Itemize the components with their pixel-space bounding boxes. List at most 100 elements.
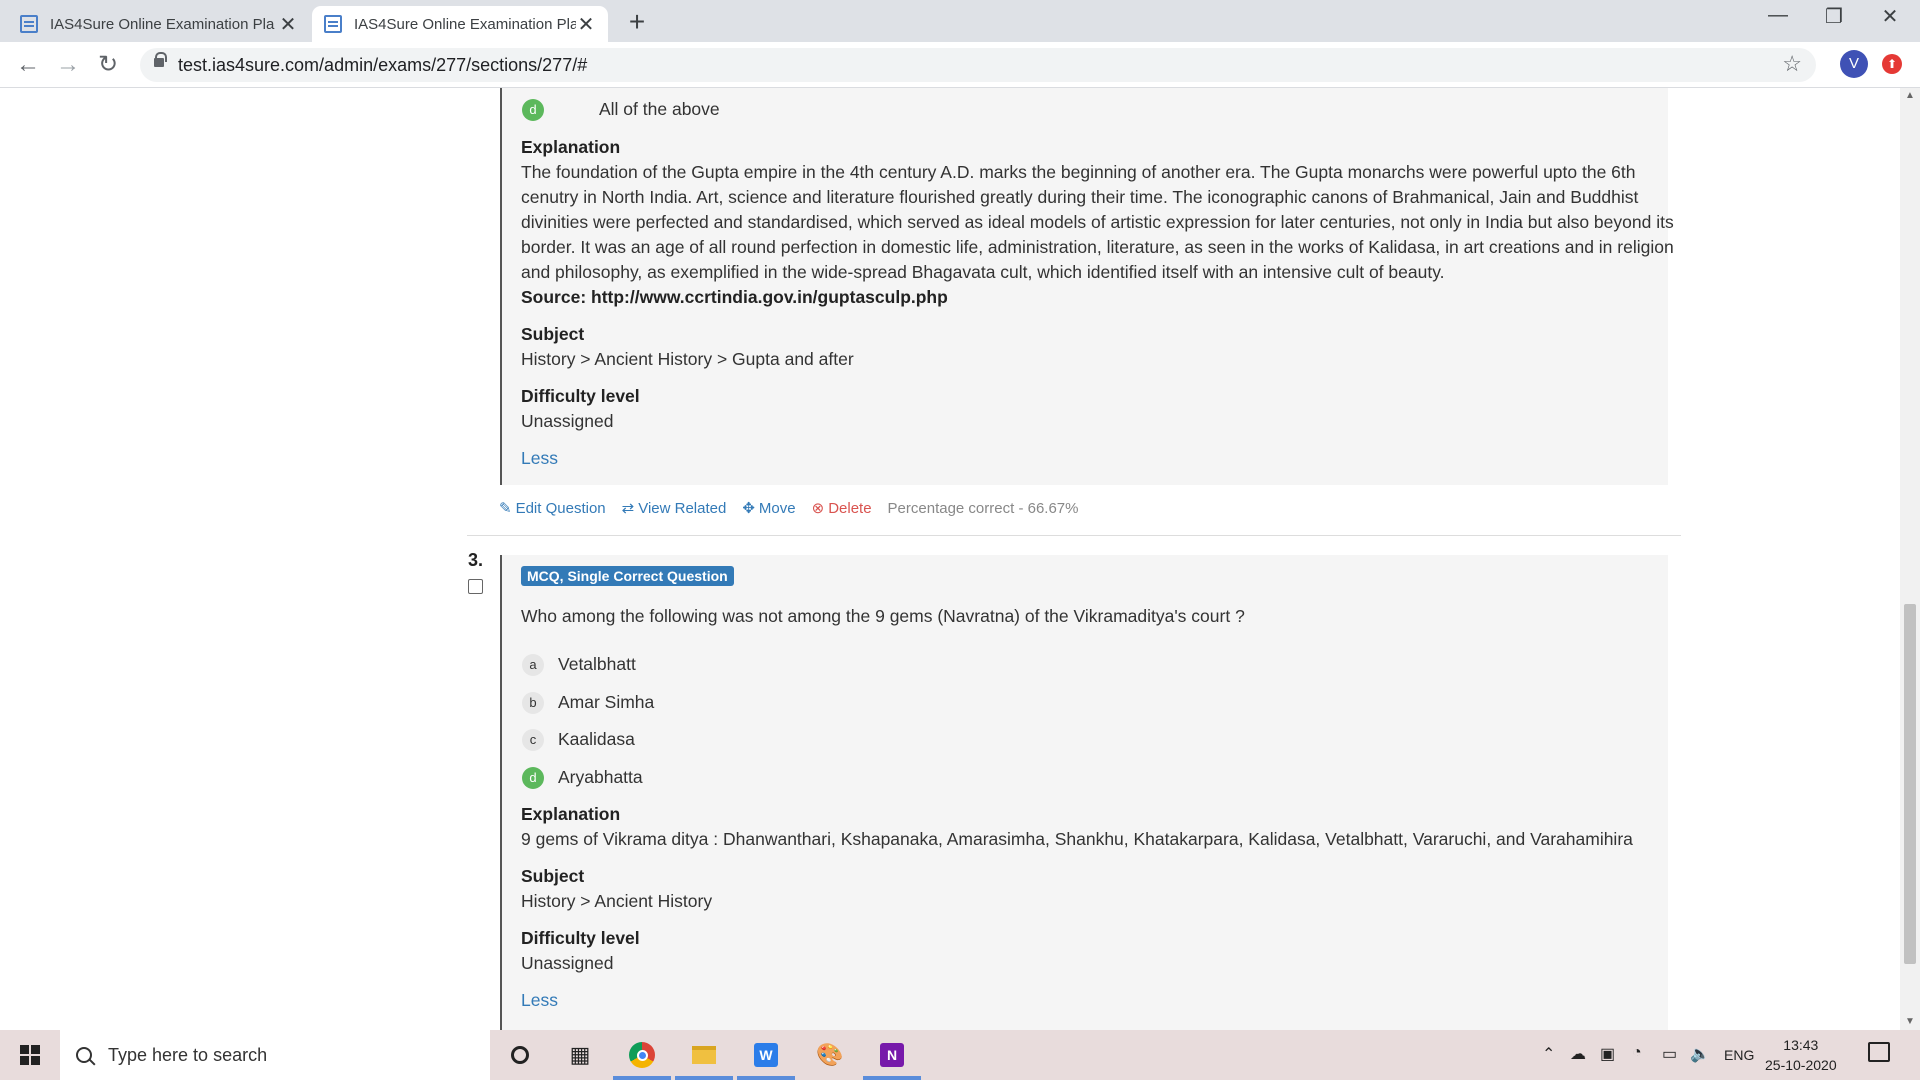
edit-pencil-icon: ✎: [499, 500, 512, 517]
question-divider: [467, 535, 1681, 536]
question-number: 3.: [468, 550, 484, 570]
less-link[interactable]: Less: [521, 446, 558, 471]
difficulty-value: Unassigned: [521, 953, 614, 973]
active-app-indicator: [675, 1076, 733, 1080]
tab-title: IAS4Sure Online Examination Pla: [50, 15, 275, 33]
option-a-letter: a: [522, 654, 544, 676]
clock-date: 25-10-2020: [1765, 1057, 1837, 1073]
exchange-arrows-icon: ⇄: [621, 500, 635, 517]
url-text[interactable]: test.ias4sure.com/admin/exams/277/sectio…: [178, 55, 587, 76]
less-link[interactable]: Less: [521, 988, 558, 1013]
close-tab-icon[interactable]: ✕: [278, 12, 298, 37]
explanation-line-4: border. It was an age of all round perfe…: [521, 237, 1674, 257]
browser-toolbar: ← → ↻ test.ias4sure.com/admin/exams/277/…: [0, 42, 1920, 88]
system-clock[interactable]: 13:43 25-10-2020: [1765, 1035, 1837, 1075]
question-text: Who among the following was not among th…: [521, 606, 1245, 626]
extension-icon[interactable]: ⬆: [1882, 54, 1902, 74]
page-viewport: d All of the above Explanation The found…: [0, 88, 1900, 1030]
new-tab-plus-icon[interactable]: +: [623, 8, 651, 36]
back-arrow-icon[interactable]: ←: [12, 50, 44, 80]
question-select-checkbox[interactable]: [468, 579, 483, 594]
notification-center-icon[interactable]: [1868, 1042, 1890, 1062]
show-hidden-icons-chevron-up-icon[interactable]: ⌃: [1542, 1044, 1555, 1064]
option-c-letter: c: [522, 729, 544, 751]
difficulty-heading: Difficulty level: [521, 386, 640, 406]
close-tab-icon[interactable]: ✕: [576, 12, 596, 37]
taskbar-search-box[interactable]: Type here to search: [60, 1030, 490, 1080]
subject-value: History > Ancient History: [521, 891, 713, 911]
explanation-source: Source: http://www.ccrtindia.gov.in/gupt…: [521, 287, 948, 307]
view-related-link[interactable]: ⇄ View Related: [621, 499, 727, 518]
battery-icon[interactable]: ▭: [1662, 1044, 1677, 1064]
wifi-icon[interactable]: ◔: [1632, 1044, 1642, 1062]
page-scrollbar[interactable]: ▲ ▼: [1900, 88, 1920, 1030]
option-b-text: Amar Simha: [558, 692, 655, 712]
clock-time: 13:43: [1783, 1037, 1819, 1053]
minimize-icon[interactable]: —: [1758, 4, 1798, 27]
option-d-letter: d: [522, 767, 544, 789]
percentage-correct: Percentage correct - 66.67%: [887, 499, 1079, 517]
browser-tab-1[interactable]: IAS4Sure Online Examination Pla ✕: [8, 6, 310, 42]
active-app-indicator: [737, 1076, 795, 1080]
difficulty-value: Unassigned: [521, 411, 614, 431]
card-left-border: [500, 88, 502, 485]
card-left-border: [500, 555, 502, 1030]
lock-icon: [154, 52, 167, 67]
bookmark-star-icon[interactable]: ☆: [1782, 51, 1802, 77]
delete-circle-icon: ⊗: [811, 500, 825, 517]
onenote-icon[interactable]: N: [876, 1040, 908, 1070]
active-app-indicator: [613, 1076, 671, 1080]
windows-taskbar: Type here to search ▦ W 🎨 N ⌃ ☁ ▣ ◔ ▭ 🔈 …: [0, 1030, 1920, 1080]
option-b-letter: b: [522, 692, 544, 714]
chrome-icon[interactable]: [626, 1040, 658, 1070]
subject-value: History > Ancient History > Gupta and af…: [521, 349, 854, 369]
explanation-line-3: divinities were perfected and standardis…: [521, 212, 1674, 232]
edit-question-link[interactable]: ✎ Edit Question: [499, 499, 606, 518]
writer-app-icon[interactable]: W: [750, 1040, 782, 1070]
explanation-text: 9 gems of Vikrama ditya : Dhanwanthari, …: [521, 829, 1633, 849]
option-d-text: Aryabhatta: [558, 767, 643, 787]
explanation-line-2: cenutry in North India. Art, science and…: [521, 187, 1639, 207]
explanation-line-1: The foundation of the Gupta empire in th…: [521, 162, 1636, 182]
scroll-down-arrow-icon[interactable]: ▼: [1905, 1016, 1915, 1027]
forward-arrow-icon[interactable]: →: [52, 50, 84, 80]
move-link[interactable]: ✥ Move: [742, 499, 795, 518]
explanation-heading: Explanation: [521, 804, 621, 824]
scroll-up-arrow-icon[interactable]: ▲: [1905, 90, 1915, 101]
explanation-heading: Explanation: [521, 137, 621, 157]
cortana-circle-icon[interactable]: [504, 1040, 536, 1070]
subject-heading: Subject: [521, 324, 585, 344]
tab-title: IAS4Sure Online Examination Pla: [354, 15, 576, 33]
question-type-badge: MCQ, Single Correct Question: [521, 566, 734, 586]
profile-avatar[interactable]: V: [1840, 50, 1868, 78]
tab-strip: IAS4Sure Online Examination Pla ✕ IAS4Su…: [0, 0, 1920, 42]
window-close-icon[interactable]: ✕: [1870, 4, 1910, 29]
volume-speaker-icon[interactable]: 🔈: [1690, 1044, 1710, 1064]
option-d-letter: d: [522, 99, 544, 121]
option-a-text: Vetalbhatt: [558, 654, 636, 674]
browser-tab-2[interactable]: IAS4Sure Online Examination Pla ✕: [312, 6, 608, 42]
difficulty-heading: Difficulty level: [521, 928, 640, 948]
onedrive-cloud-icon[interactable]: ☁: [1570, 1044, 1586, 1064]
device-icon[interactable]: ▣: [1600, 1044, 1615, 1064]
language-indicator[interactable]: ENG: [1724, 1047, 1754, 1063]
explanation-line-5: and philosophy, as exemplified in the wi…: [521, 262, 1445, 282]
option-d-text: All of the above: [599, 99, 720, 119]
scrollbar-thumb[interactable]: [1904, 604, 1916, 964]
option-c-text: Kaalidasa: [558, 729, 635, 749]
windows-start-icon[interactable]: [20, 1045, 40, 1065]
page-favicon-icon: [324, 15, 342, 33]
address-bar[interactable]: test.ias4sure.com/admin/exams/277/sectio…: [140, 48, 1816, 82]
question-actions: ✎ Edit Question ⇄ View Related ✥ Move ⊗ Dele…: [499, 499, 1079, 518]
move-arrows-icon: ✥: [742, 500, 755, 517]
reload-icon[interactable]: ↻: [92, 50, 124, 80]
restore-icon[interactable]: ❐: [1814, 4, 1854, 29]
search-icon: [76, 1047, 92, 1063]
file-explorer-folder-icon[interactable]: [688, 1040, 720, 1070]
task-view-icon[interactable]: ▦: [564, 1040, 596, 1070]
subject-heading: Subject: [521, 866, 585, 886]
page-favicon-icon: [20, 15, 38, 33]
paint-palette-icon[interactable]: 🎨: [814, 1040, 846, 1070]
delete-link[interactable]: ⊗ Delete: [811, 499, 872, 518]
search-placeholder: Type here to search: [108, 1044, 268, 1065]
